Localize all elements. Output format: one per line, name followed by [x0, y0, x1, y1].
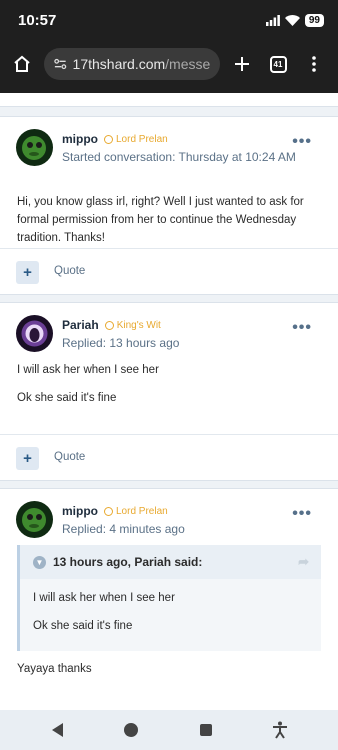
url-path: /messeng: [165, 56, 210, 72]
status-bar: 10:57 99: [0, 0, 338, 40]
quote-block: ▼ 13 hours ago, Pariah said: ➦ I will as…: [17, 545, 321, 651]
post-body: I will ask her when I see her Ok she sai…: [17, 361, 320, 417]
url-host: 17thshard.com: [72, 56, 166, 72]
avatar[interactable]: [16, 129, 53, 166]
post-paragraph: Hi, you know glass irl, right? Well I ju…: [17, 196, 304, 244]
message-post: Pariah King's Wit Replied: 13 hours ago …: [0, 302, 338, 481]
post-footer: + Quote: [0, 248, 338, 296]
home-circle-icon[interactable]: [123, 722, 139, 738]
message-post: mippo Lord Prelan Replied: 4 minutes ago…: [0, 488, 338, 710]
post-paragraph: I will ask her when I see her: [17, 364, 159, 376]
browser-menu-button[interactable]: [300, 50, 328, 78]
status-icons: 99: [265, 13, 324, 27]
rank-label: Lord Prelan: [116, 133, 168, 145]
post-paragraph: Yayaya thanks: [17, 663, 92, 675]
quote-paragraph: I will ask her when I see her: [33, 592, 175, 604]
system-navigation-bar: [0, 710, 338, 750]
message-post: mippo Lord Prelan Started conversation: …: [0, 116, 338, 295]
home-button[interactable]: [8, 50, 36, 78]
author-name[interactable]: mippo: [62, 504, 98, 518]
go-to-post-icon[interactable]: ➦: [298, 554, 309, 570]
recents-icon[interactable]: [199, 723, 213, 737]
rank-label: Lord Prelan: [116, 505, 168, 517]
chevron-down-icon[interactable]: ▼: [33, 555, 46, 569]
more-vertical-icon: [312, 56, 316, 72]
rank-icon: [104, 506, 113, 516]
author-name[interactable]: mippo: [62, 132, 98, 146]
avatar[interactable]: [16, 315, 53, 352]
site-settings-icon: [54, 58, 67, 70]
post-footer: + Quote: [0, 434, 338, 482]
quote-citation: 13 hours ago, Pariah said:: [53, 555, 203, 569]
quote-header[interactable]: ▼ 13 hours ago, Pariah said: ➦: [20, 545, 321, 579]
more-options-icon[interactable]: •••: [292, 319, 312, 337]
signal-icon: [265, 14, 280, 26]
new-tab-button[interactable]: [228, 50, 256, 78]
post-meta: Replied: 13 hours ago: [62, 336, 180, 350]
multiquote-button[interactable]: +: [16, 261, 39, 284]
avatar[interactable]: [16, 501, 53, 538]
quote-button[interactable]: Quote: [54, 265, 85, 277]
conversation: mippo Lord Prelan Started conversation: …: [0, 93, 338, 710]
wifi-icon: [284, 14, 300, 26]
rank-label: King's Wit: [116, 319, 161, 331]
accessibility-icon[interactable]: [272, 721, 288, 739]
author-rank: Lord Prelan: [104, 134, 168, 145]
rank-icon: [104, 320, 114, 330]
post-meta: Replied: 4 minutes ago: [62, 522, 185, 536]
status-time: 10:57: [18, 11, 57, 29]
more-options-icon[interactable]: •••: [292, 133, 312, 151]
post-author: mippo Lord Prelan: [62, 504, 168, 518]
author-name[interactable]: Pariah: [62, 318, 99, 332]
tab-count: 41: [269, 55, 287, 73]
post-body: Yayaya thanks: [17, 660, 320, 688]
post-paragraph: Ok she said it's fine: [17, 392, 117, 404]
author-rank: King's Wit: [104, 319, 161, 331]
quote-body: I will ask her when I see her Ok she sai…: [20, 579, 321, 649]
home-icon: [14, 55, 30, 72]
url-text: 17thshard.com/messeng: [73, 56, 210, 72]
previous-post-stub: [0, 93, 338, 107]
post-meta: Started conversation: Thursday at 10:24 …: [62, 150, 296, 164]
quote-paragraph: Ok she said it's fine: [33, 620, 133, 632]
post-author: mippo Lord Prelan: [62, 132, 168, 146]
browser-chrome: 10:57 99 17thshard.com/messeng 41: [0, 0, 338, 93]
battery-indicator: 99: [304, 13, 324, 27]
tab-switcher-button[interactable]: 41: [264, 50, 292, 78]
plus-icon: [235, 57, 249, 71]
quote-button[interactable]: Quote: [54, 451, 85, 463]
multiquote-button[interactable]: +: [16, 447, 39, 470]
url-row: 17thshard.com/messeng 41: [0, 40, 338, 88]
rank-icon: [104, 134, 113, 144]
author-rank: Lord Prelan: [104, 506, 168, 517]
address-bar[interactable]: 17thshard.com/messeng: [44, 48, 220, 80]
post-author: Pariah King's Wit: [62, 318, 161, 332]
more-options-icon[interactable]: •••: [292, 505, 312, 523]
back-icon[interactable]: [50, 722, 64, 738]
